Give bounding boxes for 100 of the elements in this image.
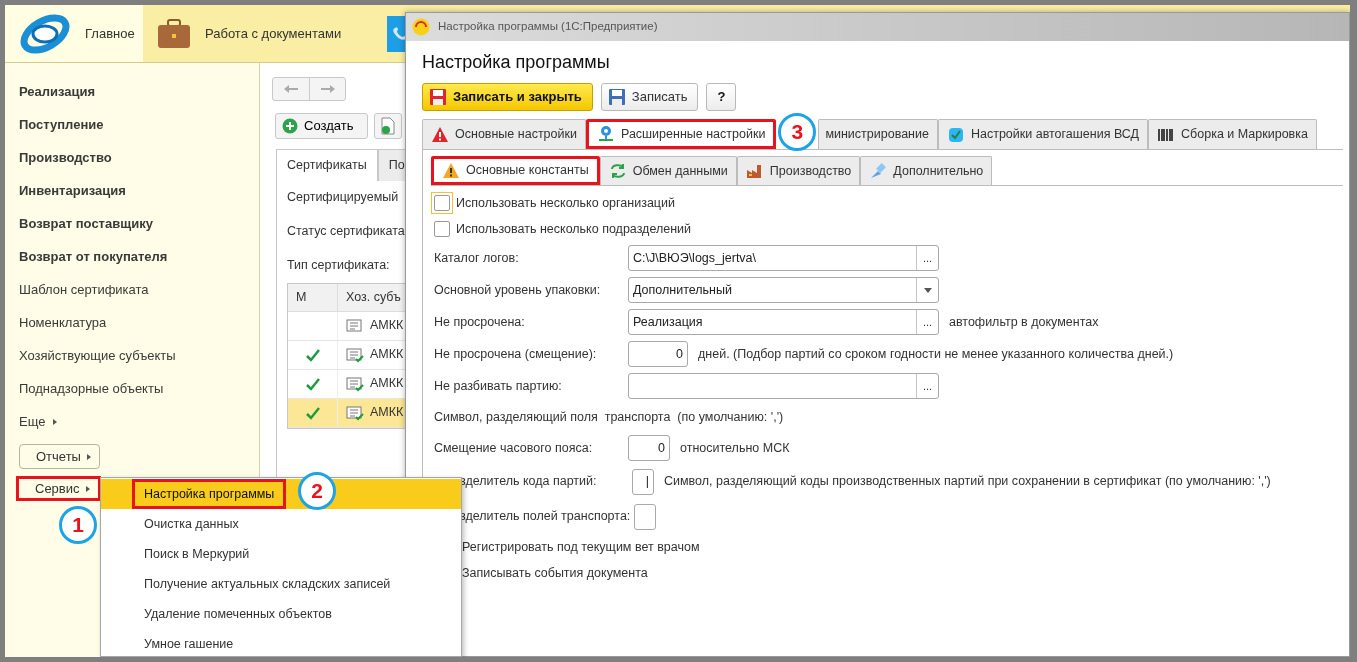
warning-icon — [442, 161, 460, 180]
field-label: Не разбивать партию: — [434, 377, 563, 395]
menu-button[interactable]: Сервис — [16, 476, 101, 501]
tab[interactable]: Сборка и Маркировка — [1148, 119, 1317, 149]
section-tab[interactable]: Главное — [5, 5, 143, 62]
sidebar-item[interactable]: Возврат поставщику — [19, 207, 259, 240]
hint-text: автофильтр в документах — [949, 313, 1099, 331]
hint-text: относительно МСК — [680, 439, 790, 457]
app-logo-icon — [412, 18, 430, 36]
sidebar-item[interactable]: Производство — [19, 141, 259, 174]
input-field[interactable]: | — [632, 468, 654, 495]
input-field[interactable]: Реализация ... — [628, 309, 939, 335]
tab[interactable]: Сертификаты — [276, 149, 378, 181]
checkbox-label: Регистрировать под текущим вет врачом — [462, 538, 700, 556]
sidebar-item[interactable]: Поступление — [19, 108, 259, 141]
create-button[interactable]: Создать — [275, 113, 369, 139]
caret-icon — [53, 418, 58, 425]
table-cell-text: АМКК — [370, 317, 404, 335]
table-cell-text: АМКК — [370, 375, 404, 393]
column-header: М — [288, 283, 338, 311]
forward-arrow-icon — [319, 84, 336, 94]
warning-icon — [431, 125, 449, 144]
plus-icon — [282, 118, 298, 134]
document-check-icon — [346, 375, 364, 392]
menu-item[interactable]: Умное гашение — [101, 629, 461, 657]
number-marker: 1 — [59, 506, 97, 544]
menu-button[interactable]: Отчеты — [19, 444, 100, 469]
tab[interactable]: Обмен данными — [599, 156, 737, 185]
checkbox-label: Использовать несколько организаций — [456, 194, 675, 212]
document-icon — [346, 317, 364, 334]
caret-icon — [85, 485, 90, 492]
save-close-button[interactable]: Записать и закрыть — [422, 83, 593, 111]
document-check-icon — [346, 346, 364, 363]
field-label: Основной уровень упаковки: — [434, 281, 602, 299]
checkbox-label: Записывать события документа — [462, 564, 648, 582]
section-tab[interactable]: Работа с документами — [143, 5, 372, 62]
field-label: Смещение часового пояса: — [434, 439, 594, 457]
choose-button[interactable]: ... — [916, 374, 938, 398]
tab[interactable]: Расширенные настройки — [585, 119, 777, 149]
document-plus-icon — [381, 117, 396, 135]
save-button[interactable]: Записать — [600, 83, 699, 111]
logo-icon — [19, 11, 71, 56]
sync-arrows-icon — [608, 162, 627, 180]
floppy-icon — [429, 88, 447, 106]
help-button[interactable]: ? — [706, 83, 737, 111]
briefcase-icon — [157, 18, 191, 49]
menu-item[interactable]: Очистка данных — [101, 509, 461, 539]
field-label: Каталог логов: — [434, 249, 520, 267]
input-field[interactable] — [634, 503, 657, 530]
caret-icon — [923, 287, 932, 293]
field-label: Не просрочена (смещение): — [434, 345, 598, 363]
field-label: зделитель кода партий: — [459, 473, 598, 491]
tab[interactable]: Настройки автогашения ВСД — [937, 119, 1149, 149]
sidebar-item[interactable]: Хозяйствующие субъекты — [19, 339, 259, 372]
table-row[interactable]: АМКК — [288, 398, 405, 428]
table-cell-text: АМКК — [370, 346, 404, 364]
checkbox-label: Использовать несколько подразделений — [456, 220, 692, 238]
sidebar-item[interactable]: Номенклатура — [19, 306, 259, 339]
tab[interactable]: Дополнительно — [860, 156, 993, 185]
choose-button[interactable]: ... — [916, 310, 938, 334]
input-field[interactable]: C:\J\ВЮЭ\logs_jertva\ ... — [628, 245, 939, 271]
tab[interactable]: Производство — [736, 156, 861, 185]
field-label: Сертифицируемый — [286, 189, 400, 207]
number-marker: 3 — [778, 113, 817, 151]
number-marker: 2 — [298, 472, 336, 510]
dialog-heading: Настройка программы — [421, 51, 611, 74]
field-label: зделитель полей транспорта: — [459, 508, 631, 526]
field-label: Тип сертификата: — [286, 257, 391, 275]
document-check-icon — [346, 404, 364, 421]
floppy-icon — [607, 88, 626, 106]
more-link[interactable]: Еще — [19, 405, 259, 438]
factory-icon — [745, 162, 764, 180]
tab[interactable]: Основные константы — [431, 156, 600, 185]
add-document-button[interactable] — [374, 113, 403, 139]
window-title: Настройка программы (1С:Предприятие) — [438, 19, 658, 35]
input-field[interactable]: 0 — [628, 435, 670, 461]
table-cell-text: АМКК — [370, 404, 404, 422]
menu-item[interactable]: Получение актуальных складских записей — [101, 569, 461, 599]
tab[interactable]: министрирование — [818, 119, 938, 149]
sidebar-item[interactable]: Поднадзорные объекты — [19, 372, 259, 405]
tab[interactable]: По — [377, 149, 405, 181]
sidebar-item[interactable]: Шаблон сертификата — [19, 273, 259, 306]
hint-text: Символ, разделяющий коды производственных партий при сохранении в сертификат (по умолчанию: ',') — [664, 473, 1271, 491]
dropdown-field[interactable]: Дополнительный — [628, 277, 939, 303]
history-buttons[interactable] — [272, 77, 346, 101]
choose-button[interactable]: ... — [916, 246, 938, 270]
tab[interactable]: Основные настройки — [422, 119, 586, 149]
input-field[interactable]: 0 — [628, 341, 688, 367]
field-label: Статус сертификата — [286, 223, 405, 241]
sidebar-item[interactable]: Возврат от покупателя — [19, 240, 259, 273]
checkbox[interactable] — [434, 221, 450, 237]
back-arrow-icon — [283, 84, 299, 94]
sidebar-item[interactable]: Инвентаризация — [19, 174, 259, 207]
sidebar-item[interactable]: Реализация — [19, 75, 259, 108]
menu-item[interactable]: Удаление помеченных объектов — [101, 599, 461, 629]
menu-item[interactable]: Поиск в Меркурий — [101, 539, 461, 569]
input-field[interactable]: ... — [628, 373, 939, 399]
field-label: Не просрочена: — [434, 313, 526, 331]
hint-text: дней. (Подбор партий со сроком годности не менее указанного количества дней.) — [698, 345, 1174, 363]
info-text: Символ, разделяющий поля транспорта (по умолчанию: ',') — [434, 408, 784, 426]
